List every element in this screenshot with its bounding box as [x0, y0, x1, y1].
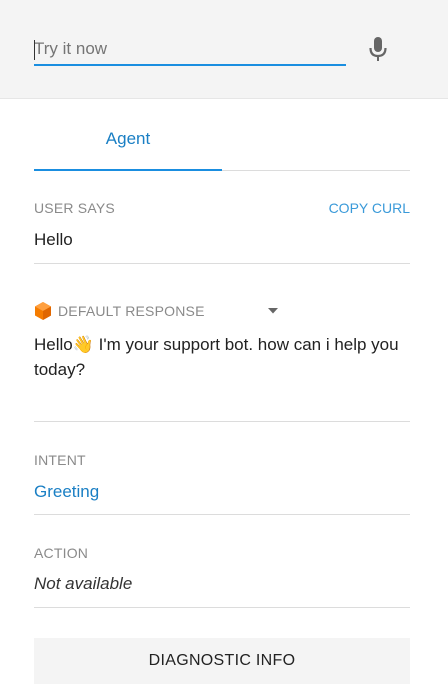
copy-curl-button[interactable]: COPY CURL [329, 200, 410, 216]
action-label: ACTION [34, 545, 89, 561]
default-response-section: DEFAULT RESPONSE Hello👋 I'm your support… [34, 300, 410, 422]
microphone-icon[interactable] [364, 34, 392, 66]
caret-down-icon[interactable] [267, 307, 279, 315]
action-value: Not available [34, 574, 133, 593]
test-console-header [0, 0, 448, 99]
default-response-header: DEFAULT RESPONSE [34, 300, 410, 322]
try-it-now-input[interactable] [34, 36, 346, 66]
diagnostic-info-button[interactable]: DIAGNOSTIC INFO [34, 638, 410, 684]
intent-label: INTENT [34, 452, 86, 468]
active-tab-indicator [34, 169, 222, 171]
dialogflow-icon [34, 301, 52, 321]
text-cursor [34, 40, 35, 60]
tab-bar: Agent [34, 108, 410, 171]
user-says-label: USER SAYS [34, 200, 115, 216]
tab-agent[interactable]: Agent [34, 108, 222, 170]
user-says-value: Hello [34, 230, 73, 249]
action-section: ACTION Not available [34, 545, 410, 608]
intent-link[interactable]: Greeting [34, 482, 99, 502]
default-response-text: Hello👋 I'm your support bot. how can i h… [34, 335, 399, 379]
user-says-section: USER SAYS COPY CURL Hello [34, 200, 410, 264]
default-response-label: DEFAULT RESPONSE [58, 303, 205, 319]
intent-section: INTENT Greeting [34, 452, 410, 515]
